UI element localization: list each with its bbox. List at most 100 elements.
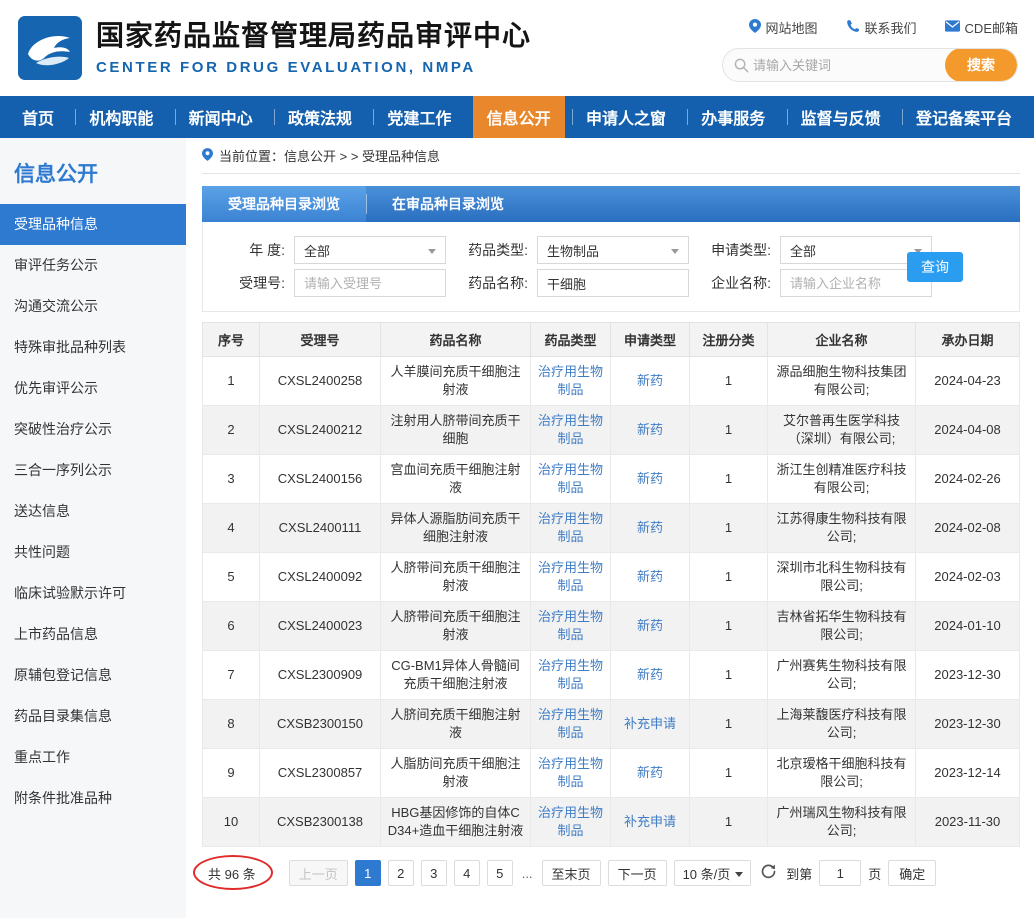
apply-type-label: 申请类型: (689, 240, 771, 260)
query-button[interactable]: 查询 (907, 252, 963, 282)
sidebar-item[interactable]: 三合一序列公示 (0, 450, 186, 491)
cell-date: 2024-04-08 (916, 406, 1020, 455)
sidebar-item[interactable]: 附条件批准品种 (0, 778, 186, 819)
drug-name-filter: 药品名称: (446, 269, 689, 297)
cell-date: 2024-04-23 (916, 357, 1020, 406)
cell-drug-name: 人脐间充质干细胞注射液 (381, 700, 531, 749)
year-select-value: 全部 (304, 241, 330, 260)
sidebar-item[interactable]: 临床试验默示许可 (0, 573, 186, 614)
page-number-button[interactable]: 3 (421, 860, 447, 886)
refresh-button[interactable] (758, 861, 779, 885)
sidebar-item[interactable]: 重点工作 (0, 737, 186, 778)
goto-confirm-button[interactable]: 确定 (888, 860, 936, 886)
cell-apply-type: 新药 (611, 455, 690, 504)
cell-drug-type: 治疗用生物制品 (531, 798, 611, 847)
site-title-block: 国家药品监督管理局药品审评中心 CENTER FOR DRUG EVALUATI… (96, 20, 531, 76)
sidebar-item[interactable]: 共性问题 (0, 532, 186, 573)
nav-item[interactable]: 登记备案平台 (902, 96, 1026, 138)
search-input[interactable] (753, 58, 945, 73)
cell-apply-type: 新药 (611, 749, 690, 798)
cell-apply-type: 补充申请 (611, 798, 690, 847)
cell-drug-type: 治疗用生物制品 (531, 553, 611, 602)
table-row[interactable]: 4 CXSL2400111 异体人源脂肪间充质干细胞注射液 治疗用生物制品 新药… (203, 504, 1020, 553)
cell-company: 艾尔普再生医学科技（深圳）有限公司; (768, 406, 916, 455)
table-row[interactable]: 10 CXSB2300138 HBG基因修饰的自体CD34+造血干细胞注射液 治… (203, 798, 1020, 847)
cell-index: 5 (203, 553, 260, 602)
table-row[interactable]: 1 CXSL2400258 人羊膜间充质干细胞注射液 治疗用生物制品 新药 1 … (203, 357, 1020, 406)
page-number-button[interactable]: 1 (355, 860, 381, 886)
nav-item[interactable]: 机构职能 (75, 96, 167, 138)
cell-accept-no: CXSL2400156 (260, 455, 381, 504)
nav-item[interactable]: 党建工作 (373, 96, 465, 138)
location-pin-icon (749, 19, 761, 36)
cell-reg-class: 1 (690, 651, 768, 700)
sidebar-item[interactable]: 突破性治疗公示 (0, 409, 186, 450)
nav-item[interactable]: 监督与反馈 (787, 96, 895, 138)
cell-drug-name: 宫血间充质干细胞注射液 (381, 455, 531, 504)
mail-icon (945, 20, 960, 35)
drug-name-input[interactable] (537, 269, 689, 297)
cell-accept-no: CXSB2300138 (260, 798, 381, 847)
page-body: 信息公开 受理品种信息审评任务公示沟通交流公示特殊审批品种列表优先审评公示突破性… (0, 138, 1034, 918)
goto-page-input[interactable] (819, 860, 861, 886)
last-page-button[interactable]: 至末页 (542, 860, 601, 886)
page-number-button[interactable]: 4 (454, 860, 480, 886)
nav-item[interactable]: 办事服务 (687, 96, 779, 138)
sidebar-item[interactable]: 原辅包登记信息 (0, 655, 186, 696)
table-row[interactable]: 3 CXSL2400156 宫血间充质干细胞注射液 治疗用生物制品 新药 1 浙… (203, 455, 1020, 504)
filter-panel: 年 度: 全部 药品类型: 生物制品 申请类型: 全部 受理号: (202, 222, 1020, 312)
cell-apply-type: 新药 (611, 406, 690, 455)
site-header: 国家药品监督管理局药品审评中心 CENTER FOR DRUG EVALUATI… (0, 0, 1034, 96)
sidebar-item[interactable]: 审评任务公示 (0, 245, 186, 286)
sidebar-item[interactable]: 送达信息 (0, 491, 186, 532)
sidebar-item[interactable]: 药品目录集信息 (0, 696, 186, 737)
nav-item[interactable]: 政策法规 (274, 96, 366, 138)
table-row[interactable]: 5 CXSL2400092 人脐带间充质干细胞注射液 治疗用生物制品 新药 1 … (203, 553, 1020, 602)
nav-item[interactable]: 首页 (8, 96, 68, 138)
main-nav: 首页机构职能新闻中心政策法规党建工作信息公开申请人之窗办事服务监督与反馈登记备案… (0, 96, 1034, 138)
table-row[interactable]: 9 CXSL2300857 人脂肪间充质干细胞注射液 治疗用生物制品 新药 1 … (203, 749, 1020, 798)
page-number-button[interactable]: 2 (388, 860, 414, 886)
drug-type-label: 药品类型: (446, 240, 528, 260)
prev-page-button[interactable]: 上一页 (289, 860, 348, 886)
table-row[interactable]: 2 CXSL2400212 注射用人脐带间充质干细胞 治疗用生物制品 新药 1 … (203, 406, 1020, 455)
cell-company: 浙江生创精准医疗科技有限公司; (768, 455, 916, 504)
page-number-button[interactable]: 5 (487, 860, 513, 886)
table-row[interactable]: 8 CXSB2300150 人脐间充质干细胞注射液 治疗用生物制品 补充申请 1… (203, 700, 1020, 749)
sitemap-link[interactable]: 网站地图 (749, 18, 818, 37)
nav-item[interactable]: 新闻中心 (175, 96, 267, 138)
next-page-button[interactable]: 下一页 (608, 860, 667, 886)
sidebar-item[interactable]: 受理品种信息 (0, 204, 186, 245)
tab-accepted-catalog[interactable]: 受理品种目录浏览 (202, 186, 366, 222)
tab-under-review-catalog[interactable]: 在审品种目录浏览 (366, 186, 530, 222)
contact-link[interactable]: 联系我们 (846, 18, 917, 37)
table-row[interactable]: 6 CXSL2400023 人脐带间充质干细胞注射液 治疗用生物制品 新药 1 … (203, 602, 1020, 651)
sidebar-item[interactable]: 特殊审批品种列表 (0, 327, 186, 368)
mailbox-link[interactable]: CDE邮箱 (945, 18, 1018, 37)
search-button[interactable]: 搜索 (945, 48, 1017, 82)
cell-apply-type: 新药 (611, 602, 690, 651)
sidebar-item[interactable]: 优先审评公示 (0, 368, 186, 409)
year-filter: 年 度: 全部 (203, 236, 446, 264)
accept-no-input[interactable] (294, 269, 446, 297)
sidebar-item[interactable]: 沟通交流公示 (0, 286, 186, 327)
year-select[interactable]: 全部 (294, 236, 446, 264)
cell-drug-name: 人羊膜间充质干细胞注射液 (381, 357, 531, 406)
cell-apply-type: 新药 (611, 357, 690, 406)
cde-logo (18, 16, 82, 80)
table-row[interactable]: 7 CXSL2300909 CG-BM1异体人骨髓间充质干细胞注射液 治疗用生物… (203, 651, 1020, 700)
nav-item[interactable]: 申请人之窗 (572, 96, 680, 138)
nav-item[interactable]: 信息公开 (473, 96, 565, 138)
drug-type-select[interactable]: 生物制品 (537, 236, 689, 264)
cell-company: 北京瑷格干细胞科技有限公司; (768, 749, 916, 798)
drug-type-filter: 药品类型: 生物制品 (446, 236, 689, 264)
company-label: 企业名称: (689, 273, 771, 293)
sidebar: 信息公开 受理品种信息审评任务公示沟通交流公示特殊审批品种列表优先审评公示突破性… (0, 138, 186, 918)
page-size-value: 10 条/页 (683, 864, 731, 883)
cell-accept-no: CXSL2300857 (260, 749, 381, 798)
page-size-select[interactable]: 10 条/页 (674, 860, 752, 886)
table-header-cell: 药品名称 (381, 323, 531, 357)
page-list: 12345 (355, 860, 513, 886)
sidebar-item[interactable]: 上市药品信息 (0, 614, 186, 655)
filter-row-1: 年 度: 全部 药品类型: 生物制品 申请类型: 全部 (203, 235, 1019, 265)
